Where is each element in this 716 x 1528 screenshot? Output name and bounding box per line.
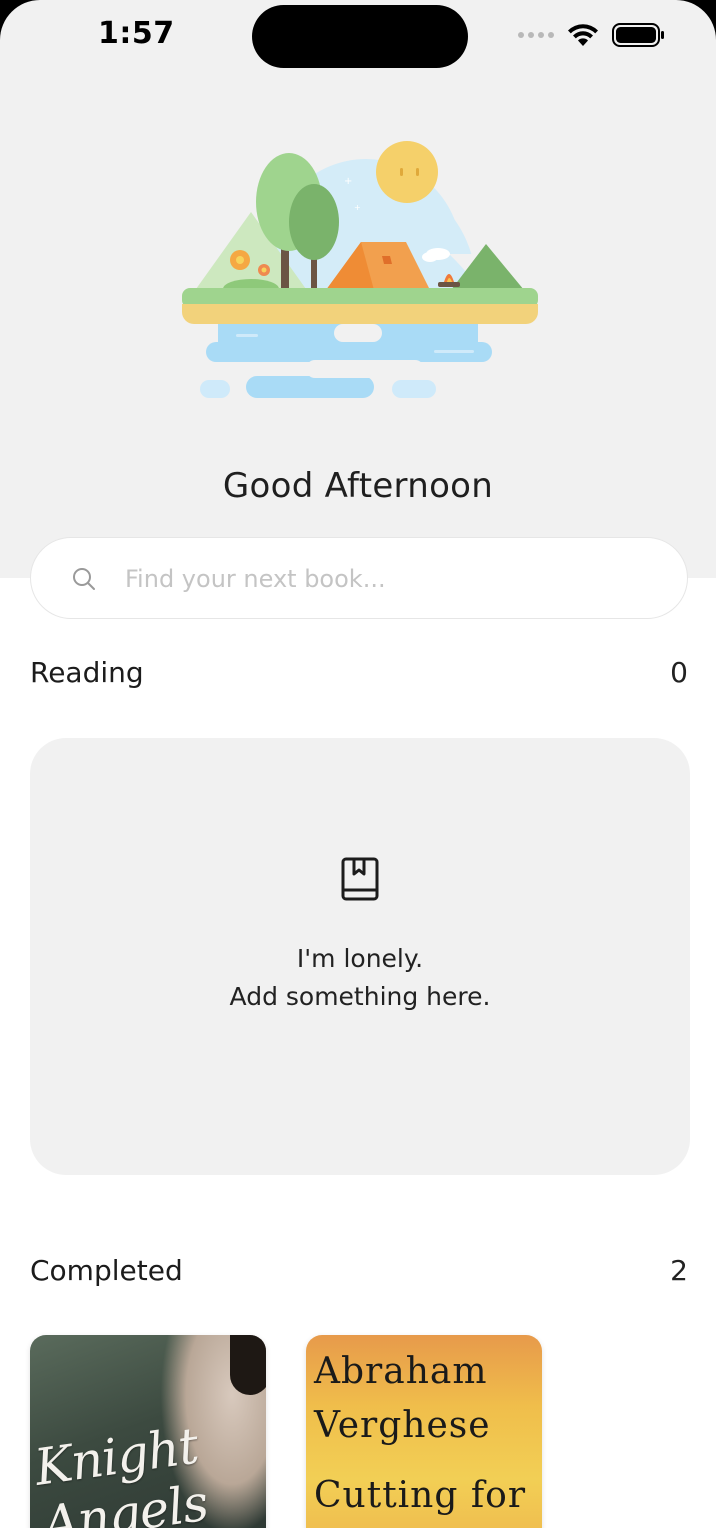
reading-section-header: Reading 0 (30, 656, 688, 689)
cover-art (230, 1335, 266, 1395)
status-time: 1:57 (98, 16, 175, 51)
hero-section: 1:57 + + Good Afternoon (0, 0, 716, 578)
cover-author: Abraham Verghese (314, 1345, 491, 1453)
book-cover[interactable]: Abraham Verghese Cutting for (306, 1335, 542, 1528)
completed-count: 2 (670, 1254, 688, 1287)
svg-text:+: + (344, 176, 352, 187)
screen-corner (0, 0, 40, 40)
empty-state-message: I'm lonely. Add something here. (30, 940, 690, 1016)
cellular-signal-icon (518, 32, 554, 38)
wifi-icon (568, 24, 598, 46)
screen-corner (676, 0, 716, 40)
completed-section-title: Completed (30, 1254, 183, 1287)
battery-icon (612, 23, 664, 47)
cover-author-line: Abraham (314, 1351, 488, 1392)
cover-title: Cutting for (314, 1475, 527, 1516)
book-icon (341, 857, 379, 901)
completed-section-header: Completed 2 (30, 1254, 688, 1287)
status-icons (518, 22, 666, 48)
book-cover[interactable]: Knight Angels (30, 1335, 266, 1528)
cover-author-line: Verghese (314, 1405, 491, 1446)
cover-title: Knight Angels (31, 1416, 212, 1528)
reading-count: 0 (670, 656, 688, 689)
svg-text:+: + (354, 203, 361, 212)
reading-section-title: Reading (30, 656, 144, 689)
empty-state-line: I'm lonely. (296, 944, 424, 973)
dynamic-island (252, 5, 468, 68)
completed-books-list: Knight Angels Abraham Verghese Cutting f… (30, 1335, 542, 1528)
search-bar[interactable] (30, 537, 688, 619)
greeting-title: Good Afternoon (222, 466, 494, 506)
reading-empty-card[interactable]: I'm lonely. Add something here. (30, 738, 690, 1175)
home-screen: 1:57 + + Good Afternoon Find your next b… (0, 0, 716, 1528)
search-icon (73, 568, 95, 590)
search-input[interactable] (123, 558, 647, 600)
camping-illustration: + + (182, 141, 538, 398)
empty-state-line: Add something here. (229, 982, 491, 1011)
